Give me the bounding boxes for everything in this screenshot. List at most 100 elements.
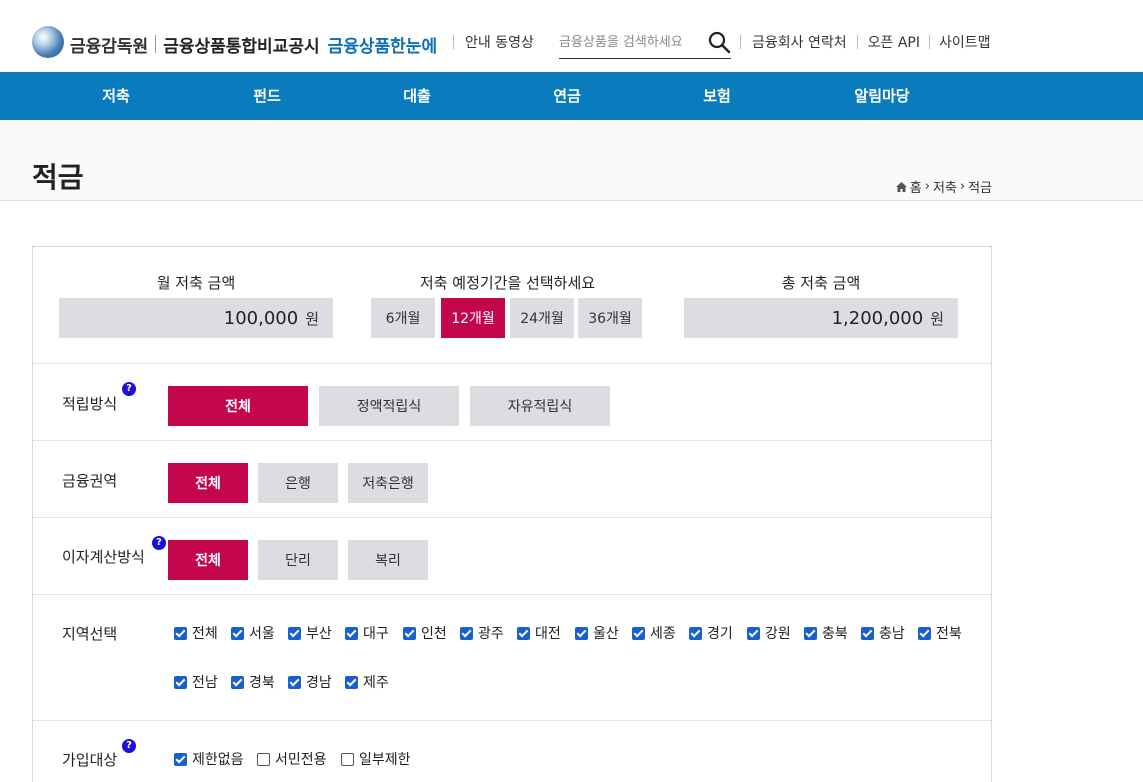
- checkbox-checked-icon[interactable]: [174, 752, 187, 766]
- sitemap-link[interactable]: 사이트맵: [939, 32, 991, 52]
- checkbox-checked-icon[interactable]: [174, 626, 187, 640]
- region-checkbox-2[interactable]: 부산: [288, 623, 332, 643]
- nav-loans[interactable]: 대출: [377, 72, 457, 120]
- checkbox-checked-icon[interactable]: [747, 626, 760, 640]
- method-fixed-button[interactable]: 정액적립식: [319, 386, 459, 426]
- target-checkbox-1[interactable]: 서민전용: [257, 749, 327, 769]
- breadcrumb-savings[interactable]: 저축: [933, 177, 957, 196]
- region-checkbox-16[interactable]: 경남: [288, 672, 332, 692]
- region-checkbox-15[interactable]: 경북: [231, 672, 275, 692]
- nav-insurance[interactable]: 보험: [677, 72, 757, 120]
- checkbox-label: 전체: [192, 626, 218, 642]
- util-divider: [740, 35, 741, 49]
- region-checkbox-9[interactable]: 경기: [689, 623, 733, 643]
- checkbox-checked-icon[interactable]: [288, 626, 301, 640]
- checkbox-checked-icon[interactable]: [231, 626, 244, 640]
- monthly-amount-field[interactable]: 100,000 원: [59, 298, 333, 338]
- open-api-link[interactable]: 오픈 API: [868, 32, 920, 52]
- breadcrumb-home[interactable]: 홈: [910, 177, 922, 196]
- interest-simple-button[interactable]: 단리: [258, 540, 338, 580]
- checkbox-checked-icon[interactable]: [804, 626, 817, 640]
- region-checkbox-12[interactable]: 충남: [861, 623, 905, 643]
- row-divider: [33, 363, 991, 364]
- target-help-icon[interactable]: ?: [122, 739, 136, 753]
- checkbox-label: 대구: [363, 626, 389, 642]
- row-divider: [33, 594, 991, 595]
- method-help-icon[interactable]: ?: [122, 382, 136, 396]
- search-input[interactable]: [559, 31, 699, 53]
- search-box: [559, 28, 731, 59]
- method-label: 적립방식: [62, 395, 118, 413]
- region-checkbox-4[interactable]: 인천: [403, 623, 447, 643]
- checkbox-checked-icon[interactable]: [632, 626, 645, 640]
- main-nav: 저축 펀드 대출 연금 보험 알림마당: [0, 72, 1143, 120]
- checkbox-unchecked-icon[interactable]: [257, 752, 270, 766]
- util-divider: [928, 35, 930, 49]
- checkbox-checked-icon[interactable]: [345, 626, 358, 640]
- checkbox-checked-icon[interactable]: [174, 675, 187, 689]
- region-checkbox-1[interactable]: 서울: [231, 623, 275, 643]
- sector-bank-button[interactable]: 은행: [258, 463, 338, 503]
- checkbox-checked-icon[interactable]: [918, 626, 931, 640]
- region-checkbox-13[interactable]: 전북: [918, 623, 962, 643]
- contacts-link[interactable]: 금융회사 연락처: [752, 32, 847, 52]
- region-checkbox-11[interactable]: 충북: [804, 623, 848, 643]
- period-12m-button[interactable]: 12개월: [441, 298, 505, 338]
- checkbox-unchecked-icon[interactable]: [341, 752, 354, 766]
- checkbox-label: 경기: [707, 626, 733, 642]
- checkbox-checked-icon[interactable]: [288, 675, 301, 689]
- fss-globe-icon: [32, 26, 64, 58]
- monthly-amount-value: 100,000: [223, 307, 299, 329]
- checkbox-checked-icon[interactable]: [689, 626, 702, 640]
- interest-help-icon[interactable]: ?: [152, 536, 166, 550]
- region-checkbox-10[interactable]: 강원: [747, 623, 791, 643]
- interest-compound-button[interactable]: 복리: [348, 540, 428, 580]
- checkbox-checked-icon[interactable]: [861, 626, 874, 640]
- region-checkbox-17[interactable]: 제주: [345, 672, 389, 692]
- region-checkbox-8[interactable]: 세종: [632, 623, 676, 643]
- sector-all-button[interactable]: 전체: [168, 463, 248, 503]
- nav-funds[interactable]: 펀드: [227, 72, 307, 120]
- guide-video-link[interactable]: 안내 동영상: [465, 32, 534, 52]
- checkbox-checked-icon[interactable]: [345, 675, 358, 689]
- target-checkbox-0[interactable]: 제한없음: [174, 749, 244, 769]
- method-flexible-button[interactable]: 자유적립식: [470, 386, 610, 426]
- checkbox-label: 울산: [593, 626, 619, 642]
- site-logo[interactable]: 금융감독원 금융상품통합비교공시 금융상품한눈에: [32, 26, 438, 60]
- region-checkbox-7[interactable]: 울산: [575, 623, 619, 643]
- util-divider: [856, 35, 858, 49]
- search-filter-panel: 월 저축 금액 100,000 원 저축 예정기간을 선택하세요 6개월 12개…: [32, 246, 992, 782]
- checkbox-label: 전북: [936, 626, 962, 642]
- nav-pension[interactable]: 연금: [527, 72, 607, 120]
- row-divider: [33, 720, 991, 721]
- nav-savings[interactable]: 저축: [76, 72, 156, 120]
- region-checkbox-14[interactable]: 전남: [174, 672, 218, 692]
- logo-org-name: 금융감독원: [70, 36, 149, 57]
- nav-notices[interactable]: 알림마당: [832, 72, 932, 120]
- checkbox-checked-icon[interactable]: [460, 626, 473, 640]
- region-checkbox-3[interactable]: 대구: [345, 623, 389, 643]
- checkbox-checked-icon[interactable]: [231, 675, 244, 689]
- interest-all-button[interactable]: 전체: [168, 540, 248, 580]
- sector-savings-bank-button[interactable]: 저축은행: [348, 463, 428, 503]
- util-links-left: 안내 동영상: [453, 30, 534, 54]
- target-checkbox-2[interactable]: 일부제한: [341, 749, 411, 769]
- region-checkbox-5[interactable]: 광주: [460, 623, 504, 643]
- logo-subtitle: 금융상품한눈에: [327, 36, 438, 57]
- period-6m-button[interactable]: 6개월: [371, 298, 435, 338]
- checkbox-label: 경북: [249, 675, 275, 691]
- checkbox-checked-icon[interactable]: [517, 626, 530, 640]
- period-36m-button[interactable]: 36개월: [578, 298, 642, 338]
- util-divider: [453, 35, 454, 49]
- method-all-button[interactable]: 전체: [168, 386, 308, 426]
- region-checkbox-0[interactable]: 전체: [174, 623, 218, 643]
- checkbox-checked-icon[interactable]: [403, 626, 416, 640]
- checkbox-label: 일부제한: [359, 752, 411, 768]
- region-checkbox-6[interactable]: 대전: [517, 623, 561, 643]
- page-title-band: 적금 홈 › 저축 › 적금: [0, 120, 1143, 201]
- search-icon[interactable]: [707, 30, 731, 54]
- period-24m-button[interactable]: 24개월: [510, 298, 574, 338]
- page-title: 적금: [32, 161, 84, 194]
- checkbox-checked-icon[interactable]: [575, 626, 588, 640]
- chevron-right-icon: ›: [924, 179, 930, 194]
